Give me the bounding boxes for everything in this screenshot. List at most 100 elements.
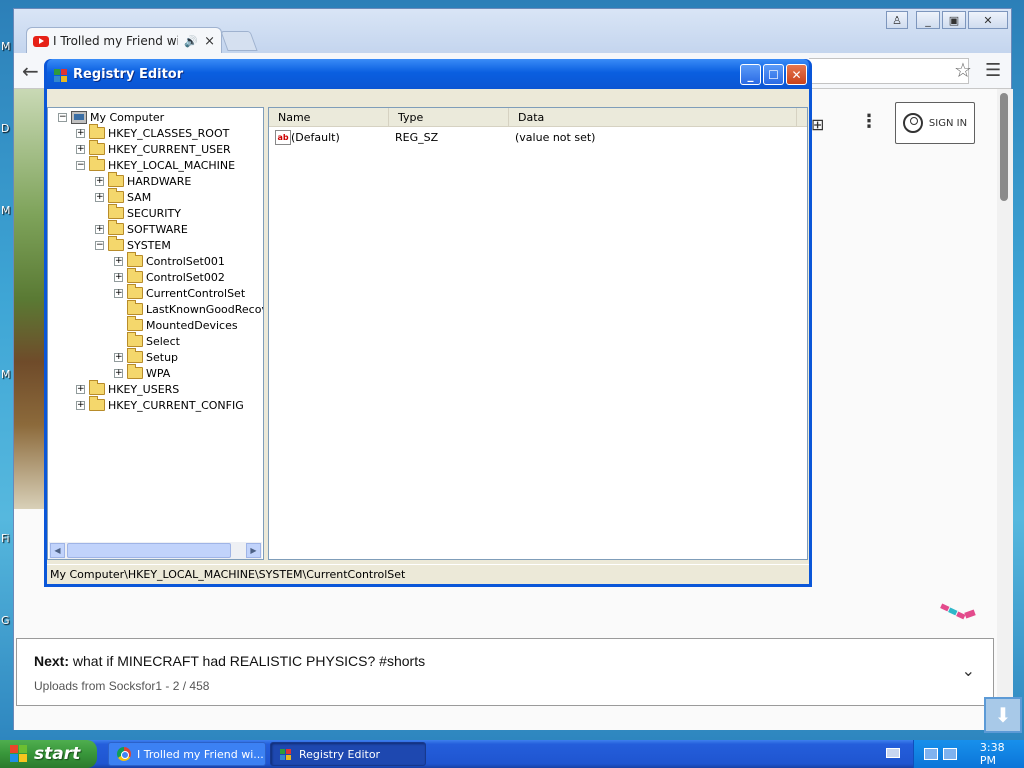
tree-node[interactable]: + SAM [95,188,152,205]
network-icon[interactable] [924,748,938,760]
collapse-icon[interactable]: − [58,112,67,122]
tree-node[interactable]: Select [114,332,180,349]
column-header-data[interactable]: Data [509,108,797,127]
user-icon[interactable]: ♙ [886,11,908,29]
system-tray: 3:38 PM [913,740,1024,768]
tree-node-label: HKEY_LOCAL_MACHINE [108,158,236,172]
page-scrollbar[interactable] [997,89,1013,730]
taskbar-item-chrome[interactable]: I Trolled my Friend wi... [108,742,266,766]
browser-menu-icon[interactable]: ☰ [985,60,1001,81]
expand-icon[interactable]: + [114,352,123,362]
collapse-icon[interactable]: − [95,240,104,250]
expand-icon[interactable]: + [95,224,104,234]
list-item[interactable]: ab (Default) REG_SZ (value not set) [269,130,807,146]
collapse-icon[interactable]: − [76,160,85,170]
expand-icon[interactable]: + [114,256,123,266]
tree-node[interactable]: + HKEY_CURRENT_CONFIG [76,396,244,413]
expand-icon[interactable]: + [114,288,123,298]
tree-node-label: Setup [146,350,179,364]
chevron-down-icon[interactable]: ⌄ [962,661,975,681]
scroll-thumb[interactable] [1000,93,1008,201]
status-bar: My Computer\HKEY_LOCAL_MACHINE\SYSTEM\Cu… [47,564,809,583]
column-header-type[interactable]: Type [389,108,509,127]
account-icon [902,113,923,133]
new-tab-button[interactable] [220,31,258,51]
back-arrow-icon[interactable]: ← [22,59,39,83]
tree-horizontal-scrollbar[interactable]: ◀ ▶ [49,542,262,559]
scroll-thumb[interactable] [67,543,231,558]
start-button[interactable]: start [0,740,97,768]
tree-node-label: ControlSet001 [146,254,225,268]
folder-icon [108,220,124,235]
expand-icon[interactable]: + [76,384,85,394]
tree-node[interactable]: − HKEY_LOCAL_MACHINE [76,156,236,173]
taskbar-item-label: Registry Editor [299,747,381,761]
expand-icon[interactable]: + [76,144,85,154]
next-up-panel[interactable]: Next: what if MINECRAFT had REALISTIC PH… [16,638,994,706]
maximize-button[interactable]: ☐ [763,64,784,85]
tree-node-label: SOFTWARE [127,222,188,236]
tree-node[interactable]: + HKEY_CURRENT_USER [76,140,231,157]
sign-in-button[interactable]: SIGN IN [895,102,975,144]
more-options-icon[interactable]: ⋮ [860,111,878,132]
tree-node[interactable]: + SOFTWARE [95,220,188,237]
desktop-icon-label[interactable]: M [1,368,11,381]
expand-icon[interactable]: + [76,400,85,410]
video-player[interactable] [14,89,46,509]
address-bar[interactable] [809,58,969,84]
tree-node[interactable]: + CurrentControlSet [114,284,245,301]
expand-icon[interactable]: + [114,272,123,282]
tree-node[interactable]: + ControlSet002 [114,268,225,285]
speaker-icon[interactable]: 🔊 [184,35,198,48]
tree-node[interactable]: + WPA [114,364,170,381]
close-icon[interactable]: ✕ [968,11,1008,29]
tree-node-label: HKEY_CURRENT_CONFIG [108,398,244,412]
tree-node[interactable]: SECURITY [95,204,181,221]
chrome-icon [117,747,131,761]
close-button[interactable]: ✕ [786,64,807,85]
tree-node[interactable]: + Setup [114,348,179,365]
scroll-right-icon[interactable]: ▶ [246,543,261,558]
keyboard-icon[interactable] [886,748,900,758]
tree-node[interactable]: − My Computer [58,109,164,125]
registry-values-list[interactable]: Name Type Data ab (Default) REG_SZ (valu… [268,107,808,560]
expand-icon[interactable]: + [114,368,123,378]
folder-icon [127,300,143,315]
scroll-left-icon[interactable]: ◀ [50,543,65,558]
desktop-icon-label[interactable]: D [1,122,9,135]
volume-icon[interactable] [942,748,957,760]
download-icon[interactable]: ⬇ [984,697,1022,733]
tree-node-label: SECURITY [127,206,181,220]
minimize-button[interactable]: _ [740,64,761,85]
tree-node[interactable]: + HKEY_USERS [76,380,179,397]
tree-node[interactable]: + HKEY_CLASSES_ROOT [76,124,230,141]
taskbar-item-registry-editor[interactable]: Registry Editor [270,742,426,766]
tree-node[interactable]: MountedDevices [114,316,238,333]
value-data: (value not set) [515,131,596,144]
tree-node[interactable]: − SYSTEM [95,236,171,253]
expand-icon[interactable]: + [95,192,104,202]
bookmark-star-icon[interactable]: ☆ [954,58,972,82]
tree-node-label: HKEY_CLASSES_ROOT [108,126,230,140]
restore-icon[interactable]: ▣ [942,11,966,29]
registry-tree[interactable]: + HKEY_CURRENT_CONFIG + HKEY_USERS + WPA + Setu… [47,107,264,560]
tree-node-label: SAM [127,190,152,204]
minimize-icon[interactable]: _ [916,11,940,29]
regedit-titlebar[interactable]: Registry Editor _ ☐ ✕ [47,59,809,89]
expand-icon[interactable]: + [95,176,104,186]
desktop-icon-label[interactable]: Fi [1,532,10,545]
desktop-icon-label[interactable]: M [1,204,11,217]
next-up-title: Next: what if MINECRAFT had REALISTIC PH… [34,653,976,669]
tree-node[interactable]: LastKnownGoodRecove [114,300,263,317]
tree-node[interactable]: + ControlSet001 [114,252,225,269]
browser-tab[interactable]: I Trolled my Friend with M 🔊 × [26,27,222,54]
expand-icon[interactable]: + [76,128,85,138]
desktop-icon-label[interactable]: G [1,614,10,627]
clock[interactable]: 3:38 PM [980,741,1024,767]
tree-node[interactable]: + HARDWARE [95,172,191,189]
column-header-name[interactable]: Name [269,108,389,127]
tab-close-icon[interactable]: × [204,34,215,49]
desktop-icon-label[interactable]: M [1,40,11,53]
list-header: Name Type Data [269,108,807,127]
apps-grid-icon[interactable]: ⊞ [811,115,824,134]
